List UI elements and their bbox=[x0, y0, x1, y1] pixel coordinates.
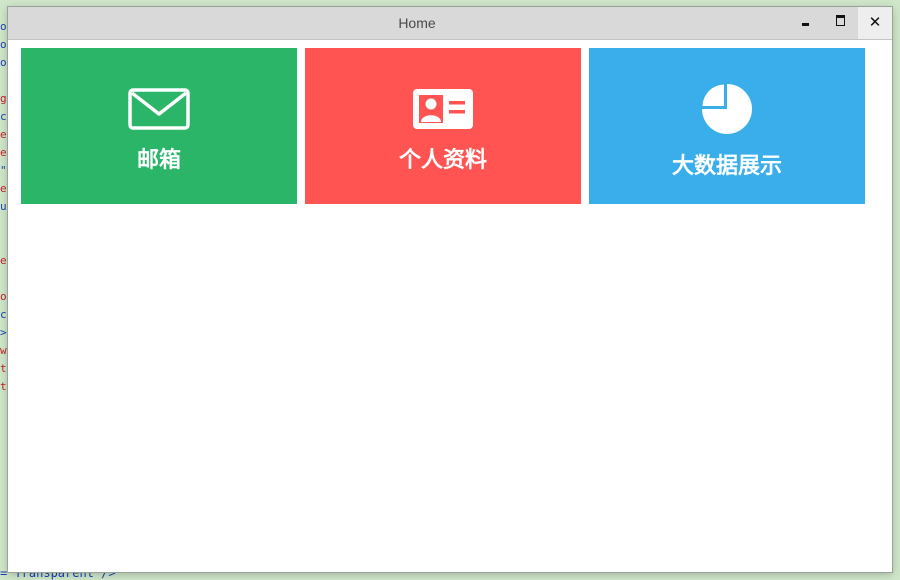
mailbox-tile-label: 邮箱 bbox=[136, 148, 181, 173]
mailbox-tile[interactable]: 邮箱 bbox=[21, 48, 297, 204]
close-button[interactable]: ✕ bbox=[858, 7, 892, 39]
title-bar[interactable]: Home ✕ bbox=[8, 7, 892, 40]
big-data-tile-label: 大数据展示 bbox=[671, 154, 782, 179]
minimize-icon bbox=[802, 23, 809, 26]
id-card-icon bbox=[305, 88, 581, 130]
pie-chart-icon bbox=[589, 82, 865, 136]
background-editor-gutter: ooo gcee " e u e oc > w t t bbox=[0, 20, 7, 393]
maximize-button[interactable] bbox=[824, 7, 858, 39]
maximize-icon bbox=[836, 15, 845, 26]
close-icon: ✕ bbox=[868, 13, 882, 31]
profile-tile-label: 个人资料 bbox=[398, 148, 487, 173]
envelope-icon bbox=[21, 88, 297, 130]
home-window: Home ✕ 邮箱 个人资料 大数据展示 bbox=[8, 7, 892, 572]
minimize-button[interactable] bbox=[790, 7, 824, 39]
profile-tile[interactable]: 个人资料 bbox=[305, 48, 581, 204]
big-data-tile[interactable]: 大数据展示 bbox=[589, 48, 865, 204]
window-title: Home bbox=[398, 15, 436, 31]
